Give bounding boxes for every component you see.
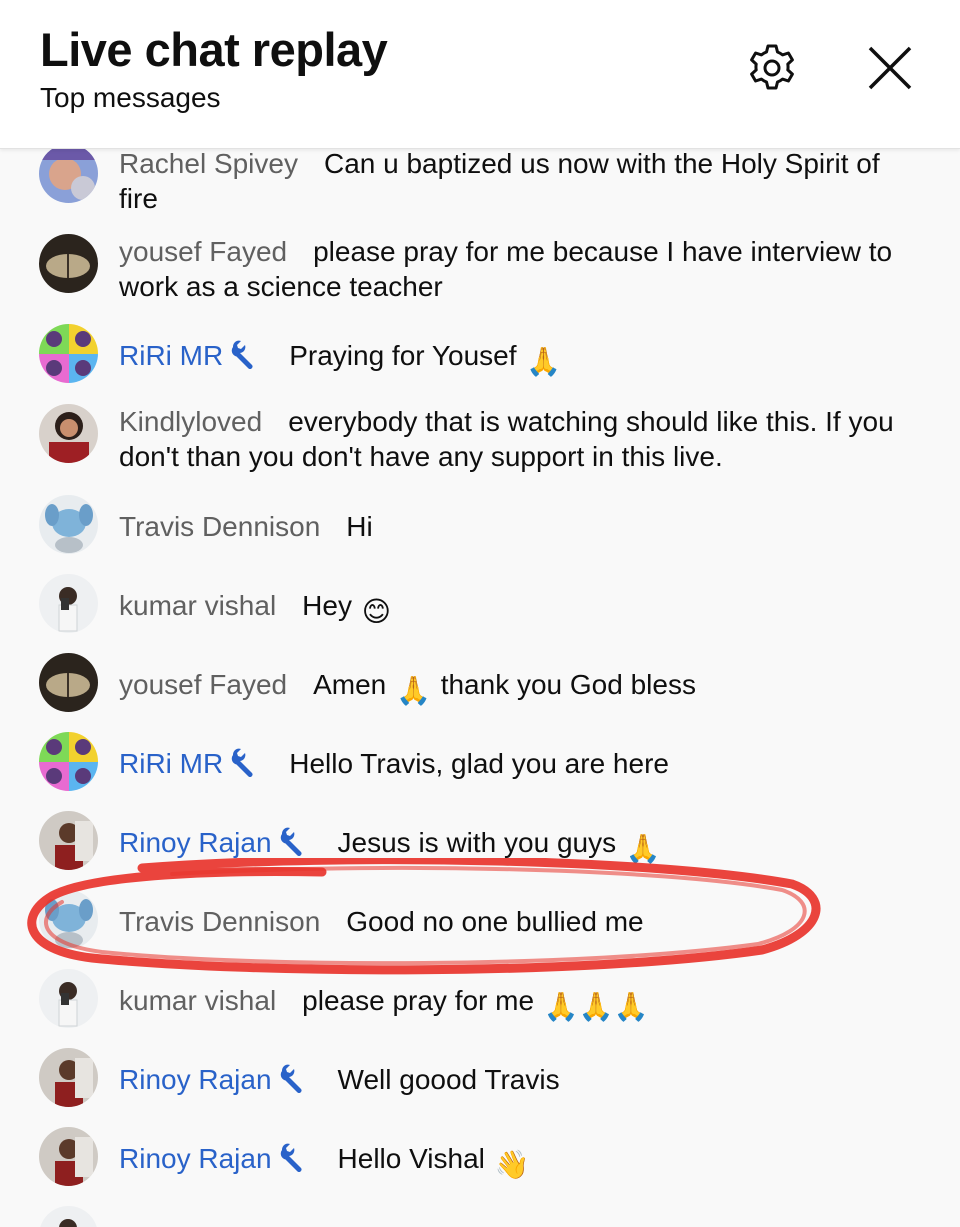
emoji: 🙏	[526, 346, 562, 377]
avatar[interactable]	[39, 495, 98, 554]
emoji: 🙏🙏🙏	[543, 991, 649, 1022]
avatar[interactable]	[39, 732, 98, 791]
gear-icon	[750, 44, 794, 90]
chat-feed[interactable]: Rachel Spivey Can u baptized us now with …	[0, 148, 960, 1227]
avatar[interactable]	[39, 969, 98, 1028]
author-name[interactable]: RiRi MR	[119, 340, 263, 371]
moderator-wrench-icon	[229, 339, 263, 377]
message-text: please pray for me	[302, 985, 535, 1016]
author-name[interactable]: Rachel Spivey	[119, 148, 298, 179]
message-text: Praying for Yousef	[289, 340, 517, 371]
avatar[interactable]	[39, 234, 98, 293]
author-name[interactable]: RiRi MR	[119, 748, 263, 779]
message-text: Jesus is with you guys	[337, 827, 617, 858]
avatar[interactable]	[39, 653, 98, 712]
message-text: Good no one bullied me	[346, 906, 644, 937]
message-text: Amen	[313, 669, 387, 700]
message-text: thank you God bless	[440, 669, 696, 700]
author-name[interactable]: Kindlyloved	[119, 406, 262, 437]
avatar[interactable]	[39, 574, 98, 633]
author-name[interactable]: Rinoy Rajan	[119, 1143, 312, 1174]
avatar[interactable]	[39, 1206, 98, 1227]
moderator-wrench-icon	[278, 1142, 312, 1180]
settings-button[interactable]	[740, 36, 804, 100]
avatar[interactable]	[39, 890, 98, 949]
message-text: Well goood Travis	[337, 1064, 560, 1095]
author-name[interactable]: kumar vishal	[119, 985, 276, 1016]
message-text: Hello Travis, glad you are here	[289, 748, 669, 779]
moderator-wrench-icon	[278, 1063, 312, 1101]
author-name[interactable]: Rinoy Rajan	[119, 1064, 312, 1095]
emoji: 🙏	[625, 833, 661, 864]
emoji: 🙏	[396, 675, 431, 706]
message-text: Hi	[346, 511, 373, 542]
avatar[interactable]	[39, 324, 98, 383]
avatar[interactable]	[39, 1048, 98, 1107]
avatar[interactable]	[39, 404, 98, 463]
author-name[interactable]: Rinoy Rajan	[119, 827, 312, 858]
emoji: 👋	[494, 1149, 530, 1180]
author-name[interactable]: Travis Dennison	[119, 511, 320, 542]
avatar[interactable]	[39, 148, 98, 203]
emoji: 😊	[361, 596, 391, 627]
author-name[interactable]: yousef Fayed	[119, 669, 287, 700]
avatar[interactable]	[39, 1127, 98, 1186]
avatar[interactable]	[39, 811, 98, 870]
moderator-wrench-icon	[278, 826, 312, 864]
author-name[interactable]: yousef Fayed	[119, 236, 287, 267]
chat-mode-selector[interactable]: Top messages	[40, 82, 221, 114]
chat-title: Live chat replay	[40, 23, 388, 76]
author-name[interactable]: Travis Dennison	[119, 906, 320, 937]
moderator-wrench-icon	[229, 747, 263, 785]
chat-header: Live chat replay Top messages	[0, 0, 960, 149]
author-name[interactable]: kumar vishal	[119, 590, 276, 621]
message-text: Hey	[302, 590, 352, 621]
close-button[interactable]	[858, 36, 922, 100]
message-text: Hello Vishal	[337, 1143, 485, 1174]
close-icon	[868, 46, 912, 90]
